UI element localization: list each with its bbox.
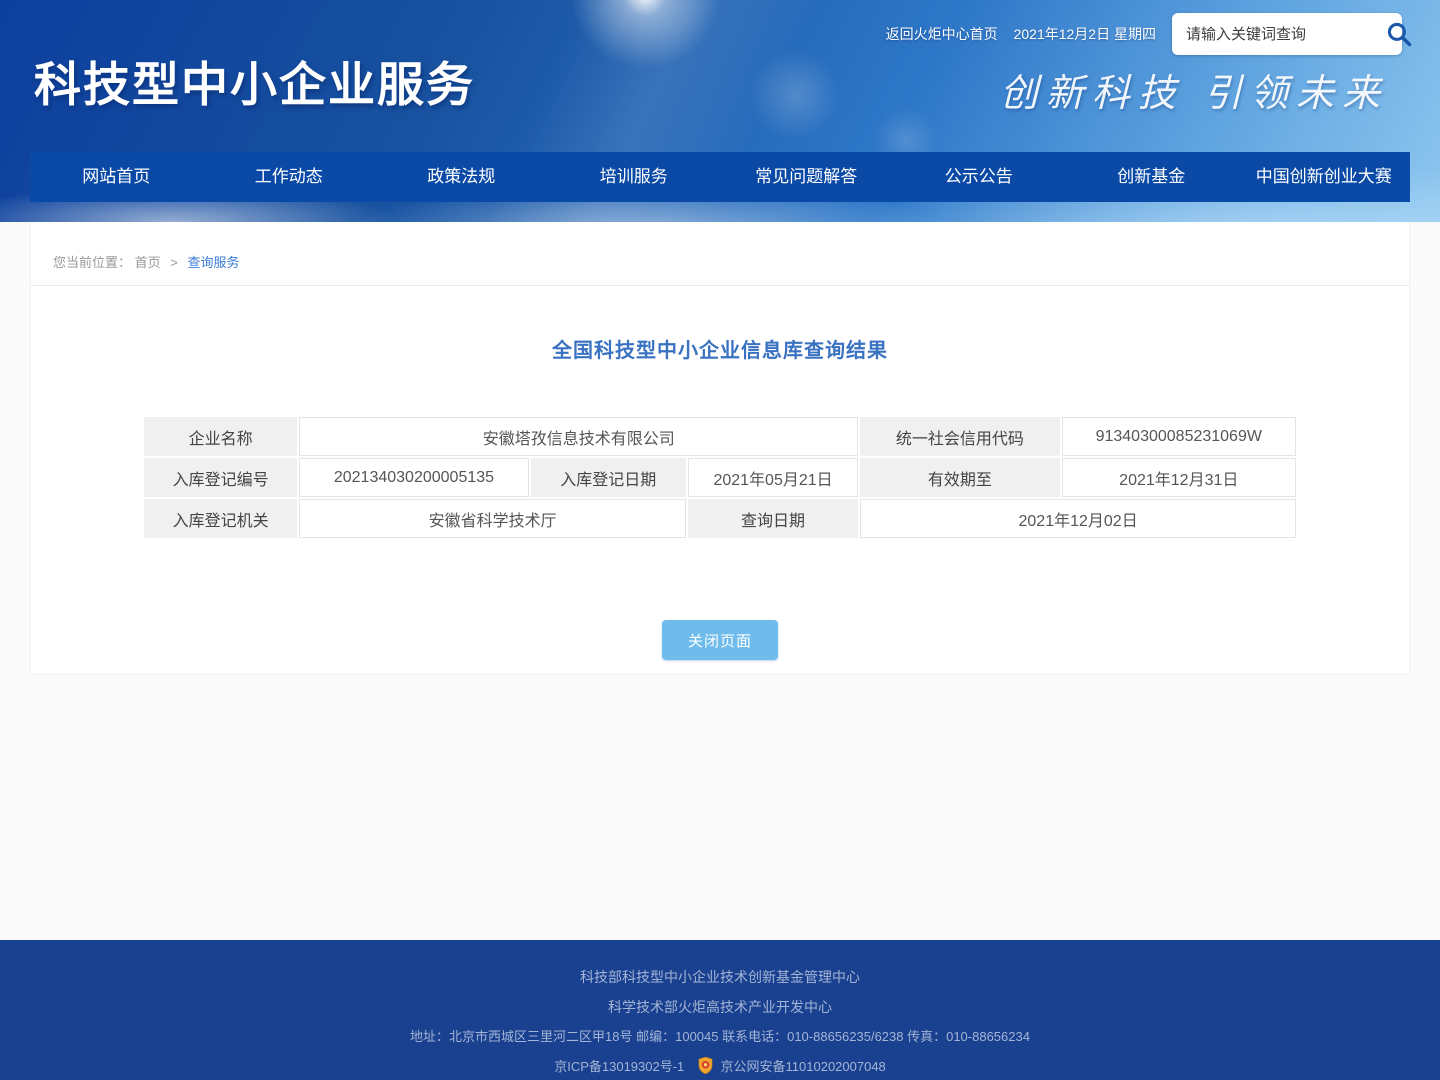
credit-code-label: 统一社会信用代码 (860, 417, 1059, 456)
breadcrumb-prefix: 您当前位置： (53, 255, 131, 270)
registration-number-value: 202134030200005135 (299, 458, 528, 497)
site-title: 科技型中小企业服务 (34, 46, 475, 115)
nav-item-policies[interactable]: 政策法规 (375, 152, 548, 202)
page-body: 您当前位置： 首页 > 查询服务 全国科技型中小企业信息库查询结果 企业名称 安… (0, 222, 1440, 940)
table-row: 入库登记编号 202134030200005135 入库登记日期 2021年05… (144, 458, 1296, 497)
nav-item-home[interactable]: 网站首页 (30, 152, 203, 202)
footer-org-line-1: 科技部科技型中小企业技术创新基金管理中心 (0, 962, 1440, 992)
breadcrumb-separator: > (170, 255, 178, 270)
valid-until-value: 2021年12月31日 (1062, 458, 1296, 497)
nav-item-competition[interactable]: 中国创新创业大赛 (1238, 152, 1411, 202)
query-date-value: 2021年12月02日 (860, 499, 1296, 538)
search-input[interactable] (1186, 26, 1385, 43)
search-icon[interactable] (1385, 20, 1413, 48)
company-name-label: 企业名称 (144, 417, 297, 456)
nav-item-work-news[interactable]: 工作动态 (203, 152, 376, 202)
registration-authority-value: 安徽省科学技术厅 (299, 499, 686, 538)
footer-org-line-2: 科学技术部火炬高技术产业开发中心 (0, 992, 1440, 1022)
query-date-label: 查询日期 (688, 499, 858, 538)
site-slogan: 创新科技 引领未来 (1000, 62, 1388, 117)
credit-code-value: 91340300085231069W (1062, 417, 1296, 456)
footer-contact-line: 地址：北京市西城区三里河二区甲18号 邮编：100045 联系电话：010-88… (0, 1022, 1440, 1052)
current-date-text: 2021年12月2日 星期四 (1014, 24, 1156, 44)
site-header: 返回火炬中心首页 2021年12月2日 星期四 科技型中小企业服务 创新科技 引… (0, 0, 1440, 222)
nav-item-announcements[interactable]: 公示公告 (893, 152, 1066, 202)
registration-date-label: 入库登记日期 (531, 458, 686, 497)
nav-item-training[interactable]: 培训服务 (548, 152, 721, 202)
police-record-link[interactable]: 京公网安备11010202007048 (721, 1059, 886, 1074)
police-badge-icon (698, 1057, 713, 1074)
page-title: 全国科技型中小企业信息库查询结果 (31, 334, 1409, 363)
valid-until-label: 有效期至 (860, 458, 1059, 497)
nav-item-faq[interactable]: 常见问题解答 (720, 152, 893, 202)
nav-item-innovation-fund[interactable]: 创新基金 (1065, 152, 1238, 202)
content-panel: 您当前位置： 首页 > 查询服务 全国科技型中小企业信息库查询结果 企业名称 安… (30, 222, 1410, 675)
table-row: 企业名称 安徽塔孜信息技术有限公司 统一社会信用代码 9134030008523… (144, 417, 1296, 456)
top-utility-bar: 返回火炬中心首页 2021年12月2日 星期四 (886, 12, 1402, 56)
registration-number-label: 入库登记编号 (144, 458, 297, 497)
main-nav: 网站首页 工作动态 政策法规 培训服务 常见问题解答 公示公告 创新基金 中国创… (30, 152, 1410, 202)
query-result-table: 企业名称 安徽塔孜信息技术有限公司 统一社会信用代码 9134030008523… (142, 415, 1298, 540)
company-name-value: 安徽塔孜信息技术有限公司 (299, 417, 858, 456)
site-footer: 科技部科技型中小企业技术创新基金管理中心 科学技术部火炬高技术产业开发中心 地址… (0, 940, 1440, 1080)
close-page-button[interactable]: 关闭页面 (662, 620, 778, 660)
icp-record-link[interactable]: 京ICP备13019302号-1 (554, 1059, 684, 1074)
table-row: 入库登记机关 安徽省科学技术厅 查询日期 2021年12月02日 (144, 499, 1296, 538)
breadcrumb: 您当前位置： 首页 > 查询服务 (31, 222, 1409, 286)
torch-center-home-link[interactable]: 返回火炬中心首页 (886, 24, 998, 44)
registration-date-value: 2021年05月21日 (688, 458, 858, 497)
registration-authority-label: 入库登记机关 (144, 499, 297, 538)
search-box[interactable] (1172, 13, 1402, 55)
footer-legal-line: 京ICP备13019302号-1 京公网安备11010202007048 (0, 1052, 1440, 1080)
breadcrumb-home-link[interactable]: 首页 (135, 255, 161, 270)
breadcrumb-current-link[interactable]: 查询服务 (188, 255, 240, 270)
